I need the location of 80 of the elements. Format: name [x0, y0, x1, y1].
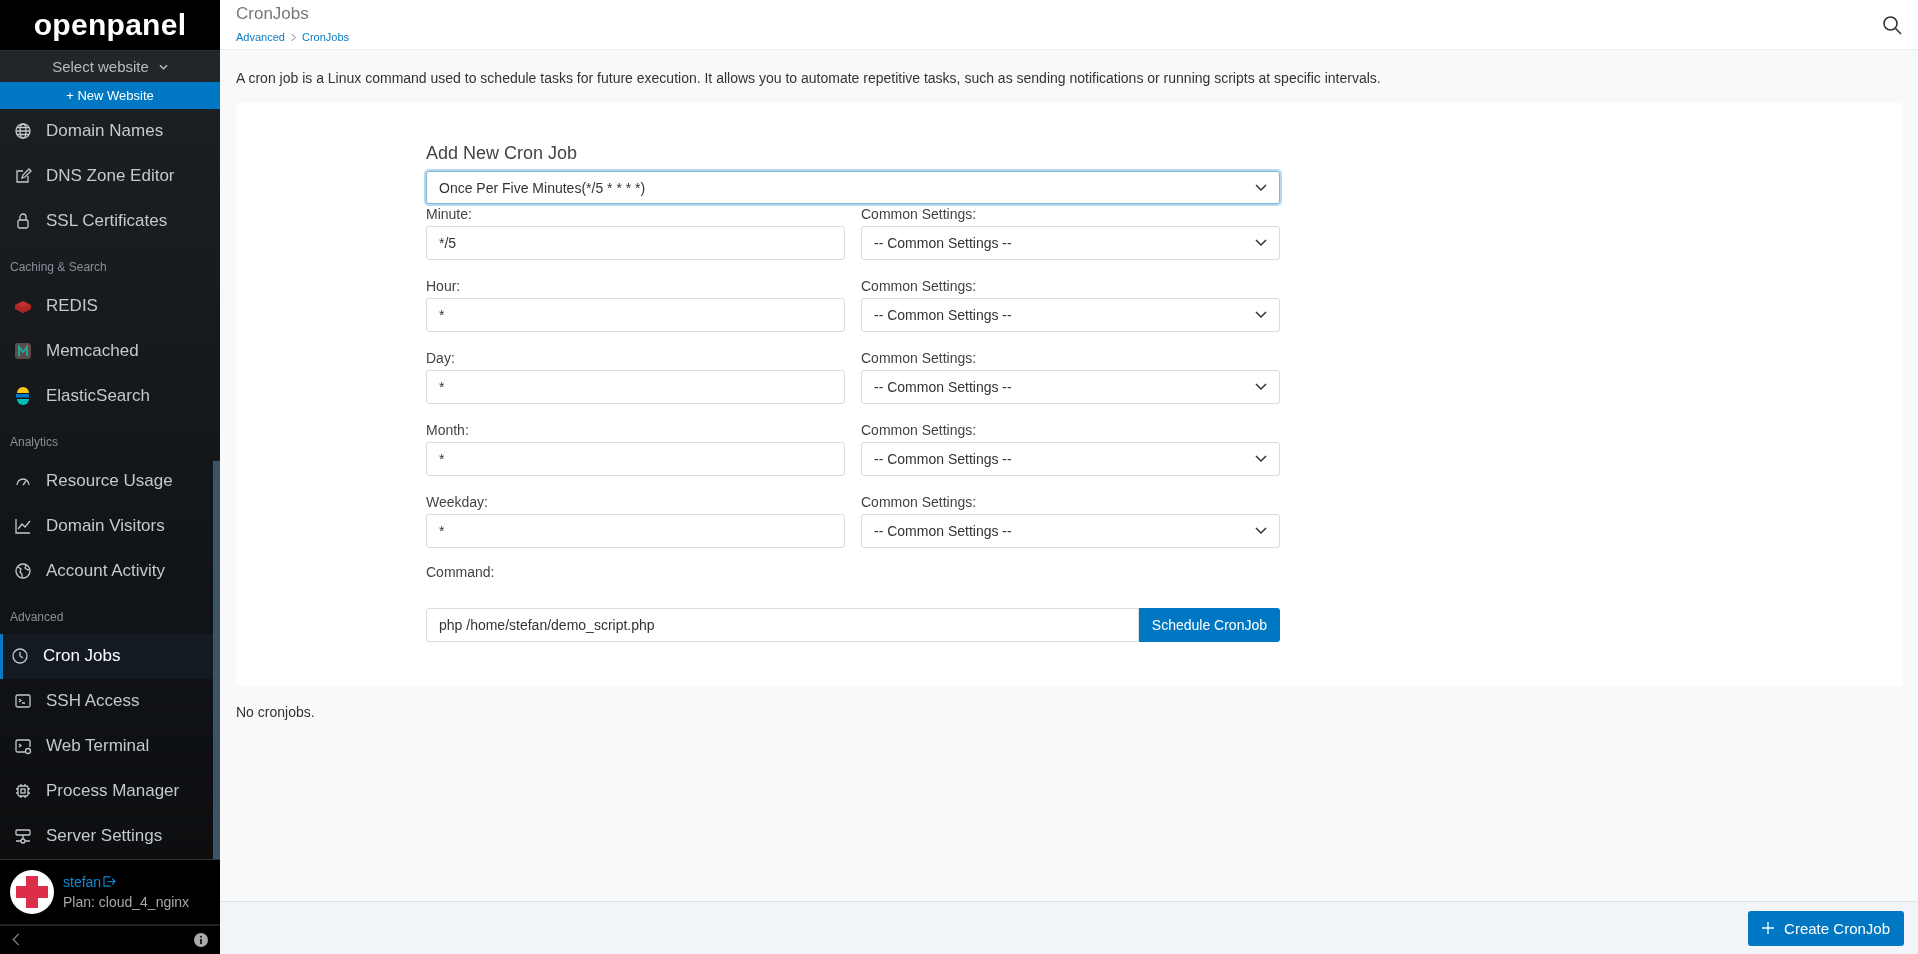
field-label: Weekday:: [426, 494, 489, 510]
empty-message: No cronjobs.: [236, 704, 316, 720]
command-field[interactable]: php /home/stefan/demo_script.php: [426, 608, 1139, 642]
sidebar-item[interactable]: Process Manager: [0, 768, 213, 814]
logo[interactable]: openpanel: [0, 0, 220, 50]
input-field[interactable]: *: [426, 370, 845, 404]
chip-icon: [14, 782, 32, 801]
search-icon[interactable]: [1882, 15, 1902, 35]
sidebar-item[interactable]: DNS Zone Editor: [0, 153, 213, 199]
menu-section-title: Advanced: [9, 608, 65, 626]
breadcrumb-link[interactable]: Advanced: [236, 31, 285, 43]
sidebar-item[interactable]: Web Terminal: [0, 723, 213, 769]
form-title: Add New Cron Job: [426, 143, 579, 164]
description-text: A cron job is a Linux command used to schedule tasks for future execution. It allows you to automate repetitive tasks, such as sending notifications or running scripts at specific intervals.: [236, 70, 1382, 86]
chevron-right-icon: [290, 32, 296, 42]
terminal-icon: [14, 692, 32, 711]
chevron-down-icon: [1255, 383, 1267, 391]
sidebar-item[interactable]: Account Activity: [0, 548, 213, 594]
chevron-down-icon: [1255, 183, 1267, 192]
collapse-icon[interactable]: [12, 933, 20, 947]
field-label: Common Settings:: [861, 350, 978, 366]
lock-icon: [14, 212, 32, 231]
common-settings-select[interactable]: -- Common Settings --: [861, 514, 1280, 548]
chevron-down-icon: [1255, 239, 1267, 247]
sidebar-item[interactable]: Memcached: [0, 328, 213, 374]
sidebar-item[interactable]: SSH Access: [0, 678, 213, 724]
common-settings-select[interactable]: -- Common Settings --: [861, 442, 1280, 476]
field-label: Month:: [426, 422, 470, 438]
plan-text: Plan: cloud_4_nginx: [63, 893, 190, 910]
info-icon[interactable]: [194, 932, 208, 947]
avatar-icon: [10, 869, 54, 914]
sidebar-item[interactable]: Cron Jobs: [0, 633, 213, 679]
create-cronjob-button[interactable]: Create CronJob: [1748, 910, 1904, 946]
menu-section-title: Analytics: [9, 433, 60, 451]
input-field[interactable]: *: [426, 514, 845, 548]
common-settings-select[interactable]: -- Common Settings --: [861, 298, 1280, 332]
input-field[interactable]: */5: [426, 226, 845, 260]
sidebar-item[interactable]: SSL Certificates: [0, 198, 213, 244]
chevron-down-icon: [1255, 455, 1267, 463]
breadcrumb-link[interactable]: CronJobs: [301, 31, 349, 43]
chevron-down-icon: [1255, 311, 1267, 319]
input-field[interactable]: *: [426, 442, 845, 476]
globe-icon: [14, 122, 32, 141]
chevron-down-icon: [158, 63, 168, 70]
menu-section-title: Caching & Search: [9, 258, 108, 276]
sidebar-item[interactable]: REDIS: [0, 283, 213, 329]
field-label: Day:: [426, 350, 456, 366]
elastic-icon: [14, 387, 32, 406]
terminal-icon: [14, 737, 32, 756]
sidebar-item[interactable]: Server Settings: [0, 813, 213, 859]
field-label: Hour:: [426, 278, 462, 294]
common-settings-select[interactable]: -- Common Settings --: [861, 370, 1280, 404]
field-label: Common Settings:: [861, 494, 978, 510]
field-label: Common Settings:: [861, 206, 978, 222]
username-link[interactable]: stefan: [63, 873, 102, 890]
scrollbar[interactable]: [213, 460, 220, 859]
chevron-down-icon: [1255, 527, 1267, 535]
clock-icon: [11, 647, 29, 666]
sidebar-item[interactable]: ElasticSearch: [0, 373, 213, 419]
page-title: CronJobs: [236, 4, 310, 24]
common-settings-select[interactable]: -- Common Settings --: [861, 226, 1280, 260]
logout-icon[interactable]: [103, 876, 117, 888]
sidebar-item[interactable]: Resource Usage: [0, 458, 213, 504]
field-label: Common Settings:: [861, 422, 978, 438]
edit-icon: [14, 167, 32, 186]
field-label: Common Settings:: [861, 278, 978, 294]
server-icon: [14, 827, 32, 846]
sidebar-item[interactable]: Domain Names: [0, 108, 213, 154]
new-website-button[interactable]: + New Website: [0, 82, 220, 109]
website-select[interactable]: Select website: [0, 50, 220, 83]
line-chart-icon: [14, 517, 32, 536]
sidebar-item[interactable]: Domain Visitors: [0, 503, 213, 549]
field-label: Command:: [426, 564, 496, 580]
schedule-button[interactable]: Schedule CronJob: [1138, 608, 1280, 642]
preset-select[interactable]: Once Per Five Minutes(*/5 * * * *): [426, 171, 1280, 204]
globe-icon: [14, 562, 32, 581]
input-field[interactable]: *: [426, 298, 845, 332]
field-label: Minute:: [426, 206, 473, 222]
plus-icon: [1762, 922, 1775, 934]
letter-m-icon: [14, 342, 32, 361]
